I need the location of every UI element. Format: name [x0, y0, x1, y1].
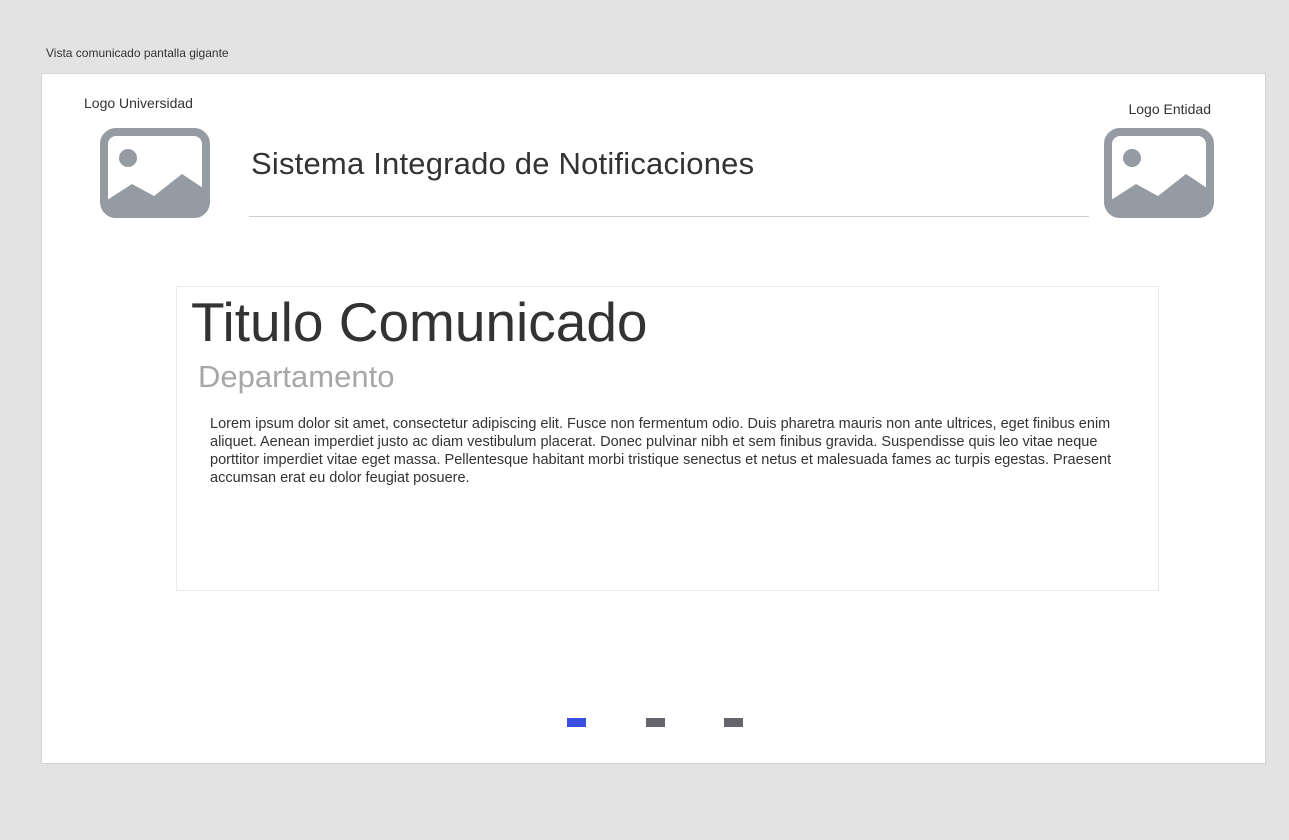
frame-caption: Vista comunicado pantalla gigante	[46, 46, 229, 60]
title-divider	[249, 216, 1089, 217]
carousel-indicator-2[interactable]	[646, 718, 665, 727]
carousel-indicator-1[interactable]	[567, 718, 586, 727]
logo-universidad-image-icon	[100, 128, 210, 218]
carousel-indicators	[42, 716, 1265, 728]
notice-body: Lorem ipsum dolor sit amet, consectetur …	[210, 416, 1112, 486]
logo-entidad-image-icon	[1104, 128, 1214, 218]
notice-department: Departamento	[198, 359, 395, 394]
app-title: Sistema Integrado de Notificaciones	[251, 146, 755, 181]
notice-screen-card: Logo Universidad Sistema Integrado de No…	[41, 73, 1266, 764]
logo-universidad-label: Logo Universidad	[84, 95, 193, 111]
carousel-indicator-3[interactable]	[724, 718, 743, 727]
notice-title: Titulo Comunicado	[191, 291, 648, 353]
notice-panel: Titulo Comunicado Departamento Lorem ips…	[176, 286, 1159, 591]
logo-entidad-label: Logo Entidad	[1128, 101, 1211, 117]
